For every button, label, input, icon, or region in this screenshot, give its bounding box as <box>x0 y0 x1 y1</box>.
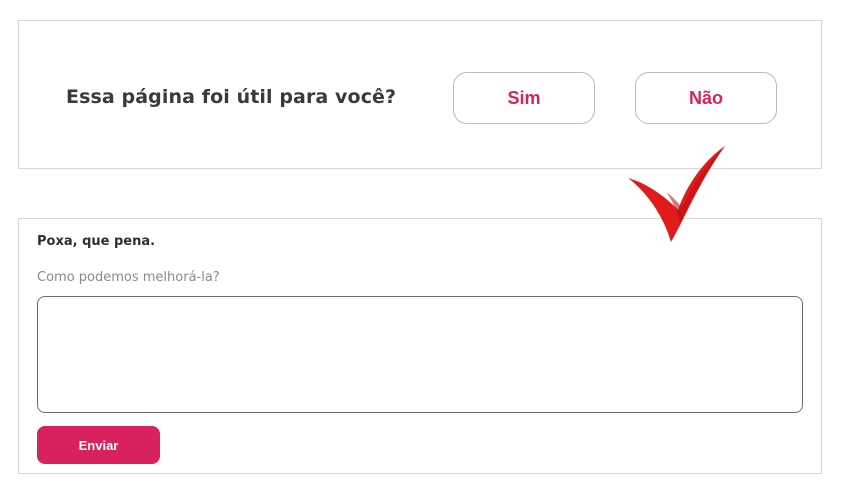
page: Essa página foi útil para você? Sim Não … <box>0 0 841 503</box>
no-button[interactable]: Não <box>635 72 777 124</box>
yes-button[interactable]: Sim <box>453 72 595 124</box>
feedback-question: Essa página foi útil para você? <box>66 86 397 108</box>
red-check-arrow-icon <box>628 146 725 242</box>
sorry-message: Poxa, que pena. <box>37 234 156 249</box>
comment-prompt-label: Como podemos melhorá-la? <box>37 270 220 285</box>
comment-textarea[interactable] <box>37 296 803 413</box>
feedback-comment-panel: Poxa, que pena. Como podemos melhorá-la?… <box>18 218 822 474</box>
submit-button[interactable]: Enviar <box>37 426 160 464</box>
